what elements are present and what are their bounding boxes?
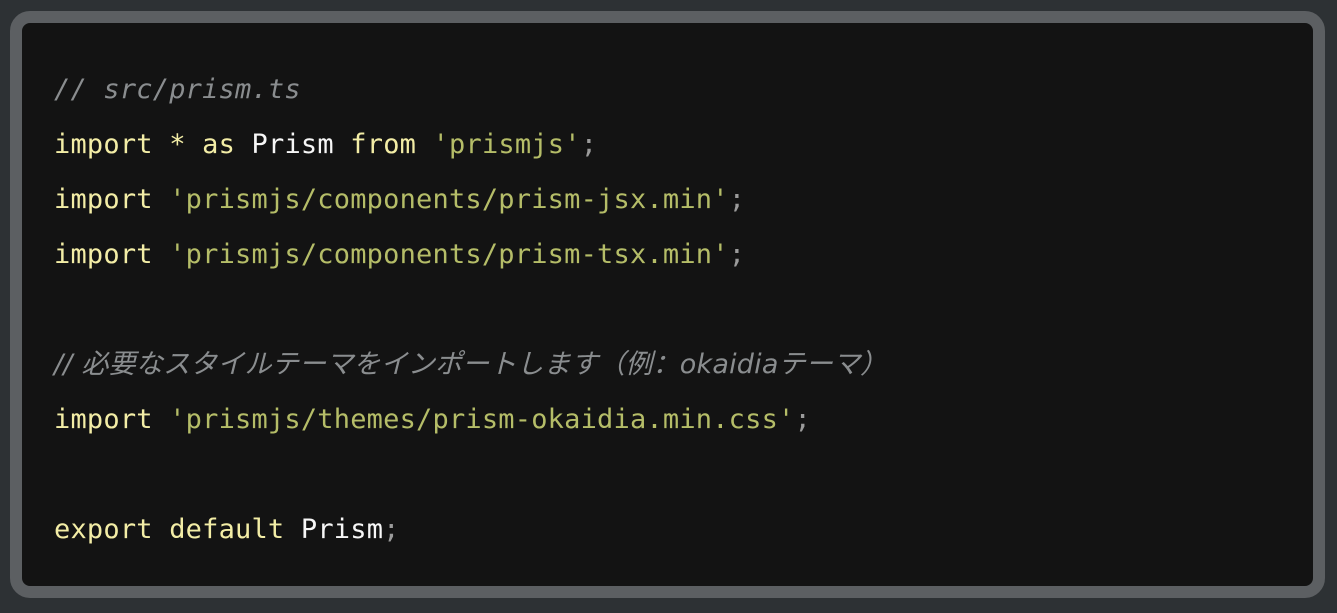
screen: // src/prism.ts import * as Prism from 'p… — [0, 0, 1337, 613]
code-token-keyword: import — [54, 184, 153, 215]
code-block[interactable]: // src/prism.ts import * as Prism from 'p… — [22, 36, 1313, 573]
code-token-string: 'prismjs/themes/prism-okaidia.min.css' — [169, 404, 795, 435]
code-token-punct: ; — [794, 404, 811, 435]
code-token-comment: // src/prism.ts — [54, 74, 301, 105]
code-token-punct: ; — [728, 239, 746, 270]
code-token-keyword: import — [54, 404, 153, 435]
code-token-keyword: import — [54, 239, 153, 270]
code-token-string: 'prismjs/components/prism-tsx.min' — [169, 239, 729, 270]
code-token-keyword: default — [169, 514, 285, 545]
code-line: // src/prism.ts — [54, 62, 1291, 117]
code-token-string: 'prismjs' — [432, 129, 581, 160]
code-line: import 'prismjs/components/prism-jsx.min… — [54, 172, 1291, 227]
code-token-punct: ; — [383, 514, 400, 545]
code-token-operator: * — [169, 129, 186, 160]
code-token-punct: ; — [728, 184, 746, 215]
code-line: // 必要なスタイルテーマをインポートします（例：okaidiaテーマ） — [54, 337, 1291, 392]
code-line: import * as Prism from 'prismjs'; — [54, 117, 1291, 172]
code-token-ident: Prism — [300, 514, 384, 545]
code-block-frame: // src/prism.ts import * as Prism from 'p… — [10, 11, 1325, 598]
code-token-keyword: from — [350, 129, 417, 160]
code-line: export default Prism; — [54, 502, 1291, 557]
code-line: import 'prismjs/themes/prism-okaidia.min… — [54, 392, 1291, 447]
code-token-ident: Prism — [251, 129, 334, 160]
code-line: import 'prismjs/components/prism-tsx.min… — [54, 227, 1291, 282]
code-token-comment: // 必要なスタイルテーマをインポートします（例：okaidiaテーマ） — [54, 349, 888, 380]
code-token-keyword: as — [202, 129, 236, 160]
code-token-punct: ; — [580, 129, 598, 160]
code-token-keyword: export — [54, 514, 153, 545]
code-token-string: 'prismjs/components/prism-jsx.min' — [169, 184, 729, 215]
code-token-keyword: import — [54, 129, 153, 160]
